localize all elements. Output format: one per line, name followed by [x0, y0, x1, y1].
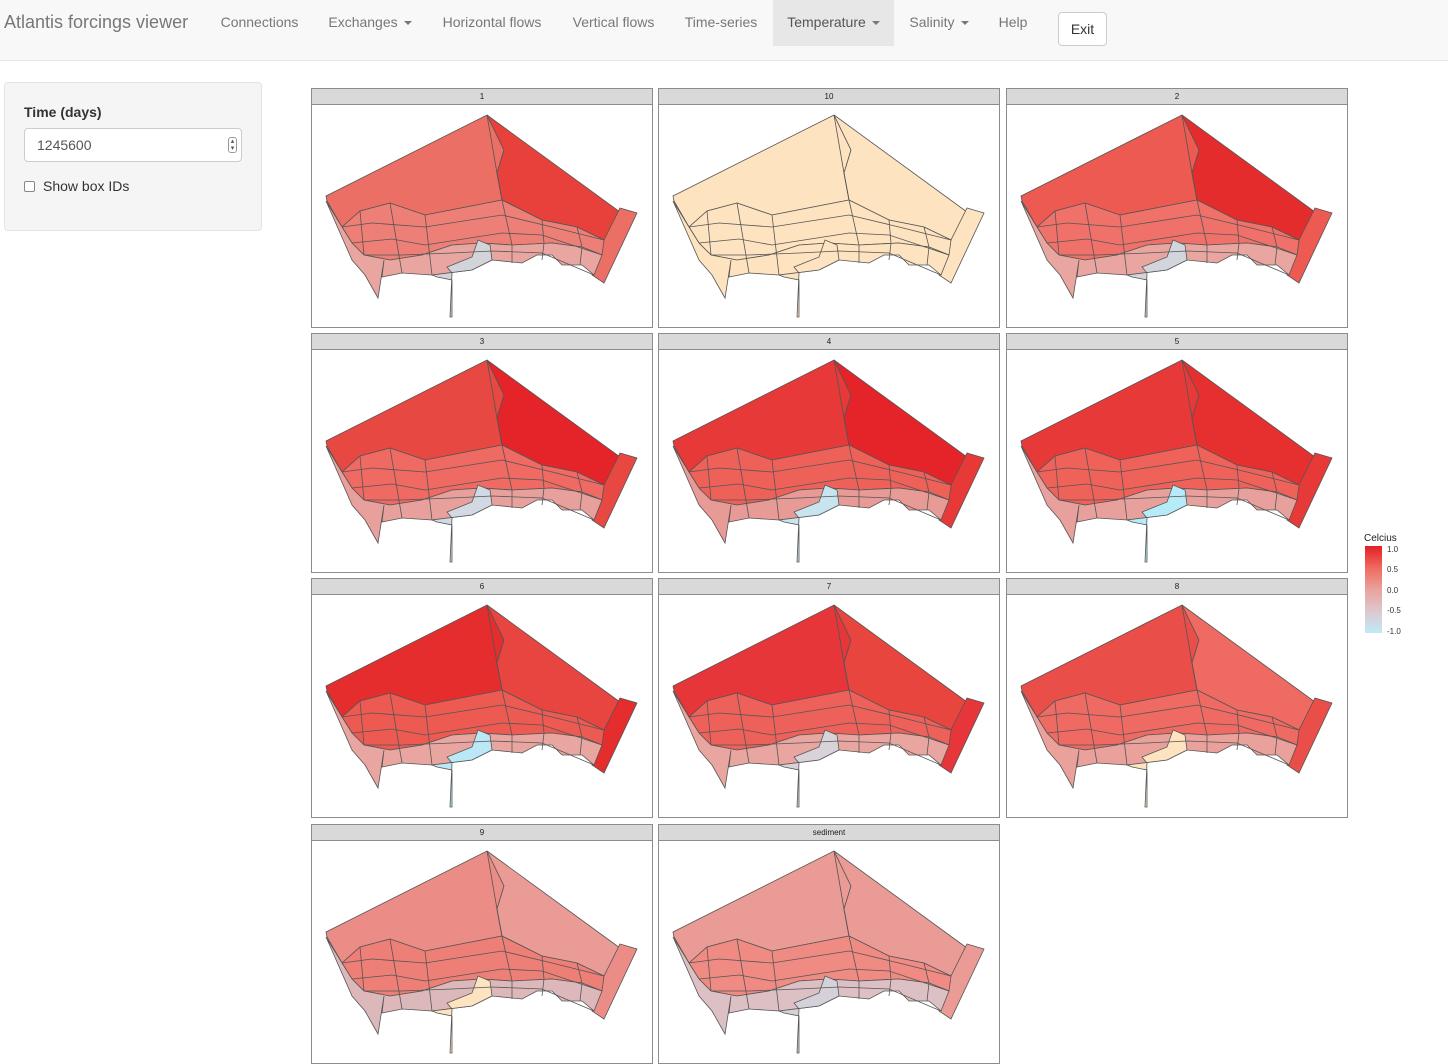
facet-map: [658, 350, 1000, 573]
nav-exchanges[interactable]: Exchanges: [314, 0, 426, 46]
nav-vertical-flows-label: Vertical flows: [572, 14, 655, 30]
time-input[interactable]: 1245600 ▴ ▾: [24, 128, 242, 162]
facet-strip-label: 7: [658, 578, 1000, 595]
caret-down-icon: [403, 21, 412, 26]
temperature-legend: Celcius 1.0 0.5 0.0 -0.5 -1.0: [1364, 533, 1401, 636]
facet-strip-label: 9: [311, 824, 653, 841]
facet-strip-label: 4: [658, 333, 1000, 350]
nav-salinity[interactable]: Salinity: [895, 0, 983, 46]
nav-help-label: Help: [998, 14, 1028, 30]
legend-title: Celcius: [1364, 533, 1397, 544]
facet-map: [311, 595, 653, 818]
caret-down-icon: [871, 21, 880, 26]
show-box-ids-row[interactable]: Show box IDs: [24, 178, 129, 194]
nav-help[interactable]: Help: [984, 0, 1042, 46]
legend-tick: 1.0: [1387, 545, 1399, 554]
nav-connections-label: Connections: [220, 14, 299, 30]
facet-map: [311, 105, 653, 328]
legend-tick: -0.5: [1387, 606, 1401, 615]
legend-tick: -1.0: [1387, 627, 1401, 636]
legend-colorbar: [1365, 546, 1382, 633]
facet-map: [1006, 350, 1348, 573]
caret-down-icon: [960, 21, 969, 26]
nav-horizontal-flows-label: Horizontal flows: [442, 14, 542, 30]
facet-map: [658, 841, 1000, 1064]
navbar: Atlantis forcings viewer Connections Exc…: [0, 0, 1448, 61]
legend-tick: 0.5: [1387, 565, 1399, 574]
facet-map: [311, 841, 653, 1064]
sidebar-panel: Time (days) 1245600 ▴ ▾ Show box IDs: [4, 82, 262, 231]
time-label: Time (days): [24, 104, 102, 120]
facet-strip-label: 8: [1006, 578, 1348, 595]
nav-exchanges-label: Exchanges: [328, 14, 398, 30]
legend-tick: 0.0: [1387, 586, 1399, 595]
nav-salinity-label: Salinity: [909, 14, 955, 30]
nav-connections[interactable]: Connections: [206, 0, 313, 46]
facet-strip-label: sediment: [658, 824, 1000, 841]
facet-strip-label: 5: [1006, 333, 1348, 350]
nav-horizontal-flows[interactable]: Horizontal flows: [427, 0, 557, 46]
facet-map: [658, 105, 1000, 328]
app-brand[interactable]: Atlantis forcings viewer: [4, 12, 188, 33]
show-box-ids-label: Show box IDs: [43, 178, 130, 194]
nav-time-series[interactable]: Time-series: [670, 0, 772, 46]
facet-strip-label: 3: [311, 333, 653, 350]
facet-strip-label: 6: [311, 578, 653, 595]
nav-temperature[interactable]: Temperature: [773, 0, 894, 46]
nav-temperature-label: Temperature: [787, 14, 866, 30]
show-box-ids-checkbox[interactable]: [24, 181, 35, 192]
time-input-value: 1245600: [37, 137, 92, 153]
facet-strip-label: 10: [658, 88, 1000, 105]
facet-map: [1006, 595, 1348, 818]
exit-button[interactable]: Exit: [1058, 12, 1107, 46]
facet-map: [658, 595, 1000, 818]
facet-strip-label: 2: [1006, 88, 1348, 105]
nav-vertical-flows[interactable]: Vertical flows: [558, 0, 669, 46]
nav-time-series-label: Time-series: [684, 14, 758, 30]
facet-strip-label: 1: [311, 88, 653, 105]
spinner-icon[interactable]: ▴ ▾: [228, 137, 237, 153]
facet-map: [311, 350, 653, 573]
facet-map: [1006, 105, 1348, 328]
